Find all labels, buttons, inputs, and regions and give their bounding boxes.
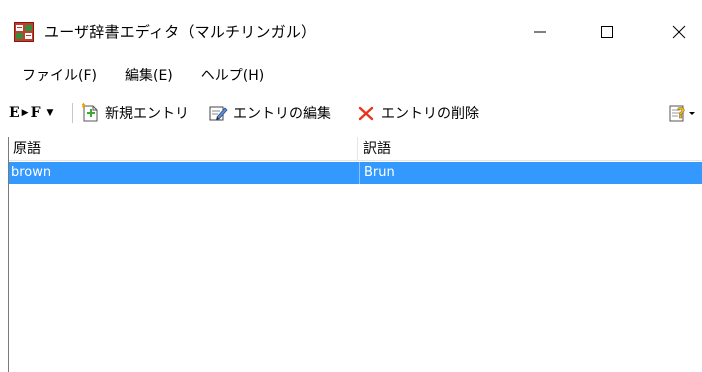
delete-entry-label: エントリの削除 (381, 106, 479, 122)
window-title: ユーザ辞書エディタ（マルチリンガル） (44, 23, 317, 41)
help-button[interactable]: ? (668, 101, 701, 125)
close-button[interactable] (656, 12, 702, 52)
title-bar[interactable]: ユーザ辞書エディタ（マルチリンガル） (0, 0, 702, 58)
minimize-icon (534, 31, 546, 33)
language-pair-dropdown[interactable]: E ▶ F ▼ (9, 101, 53, 125)
column-header-translation[interactable]: 訳語 (359, 137, 702, 161)
chevron-down-icon: ▼ (46, 108, 54, 118)
new-entry-button[interactable]: 新規エントリ (80, 101, 189, 125)
table-row[interactable]: brown Brun (9, 162, 702, 184)
svg-text:?: ? (677, 106, 685, 122)
source-language-code: E (9, 105, 20, 121)
dictionary-editor-window: ユーザ辞書エディタ（マルチリンガル） ファイル(F) 編集(E) ヘルプ(H) … (0, 0, 702, 372)
close-icon (672, 25, 686, 39)
toolbar: E ▶ F ▼ 新規エントリ エントリの編集 エントリの削除 ? (0, 93, 702, 133)
menu-bar: ファイル(F) 編集(E) ヘルプ(H) (0, 60, 702, 90)
edit-entry-button[interactable]: エントリの編集 (208, 101, 331, 125)
delete-x-icon (356, 103, 376, 123)
dictionary-app-icon[interactable] (14, 22, 34, 42)
delete-entry-button[interactable]: エントリの削除 (356, 101, 479, 125)
maximize-icon (601, 26, 613, 38)
minimize-button[interactable] (517, 12, 563, 52)
cell-source-word: brown (11, 165, 52, 180)
new-entry-icon (80, 103, 100, 123)
edit-entry-label: エントリの編集 (233, 106, 331, 122)
direction-arrow-icon: ▶ (21, 108, 29, 118)
menu-file[interactable]: ファイル(F) (22, 65, 97, 85)
list-header: 原語 訳語 (9, 137, 702, 161)
target-language-code: F (30, 105, 41, 121)
edit-entry-icon (208, 103, 228, 123)
entry-list[interactable]: 原語 訳語 brown Brun (8, 137, 702, 372)
cell-translation-word: Brun (359, 162, 702, 184)
new-entry-label: 新規エントリ (105, 106, 189, 122)
toolbar-separator (72, 103, 73, 123)
maximize-button[interactable] (584, 12, 630, 52)
menu-edit[interactable]: 編集(E) (125, 65, 173, 85)
menu-help[interactable]: ヘルプ(H) (201, 65, 264, 85)
column-header-source[interactable]: 原語 (9, 137, 358, 161)
help-icon: ? (668, 103, 696, 123)
